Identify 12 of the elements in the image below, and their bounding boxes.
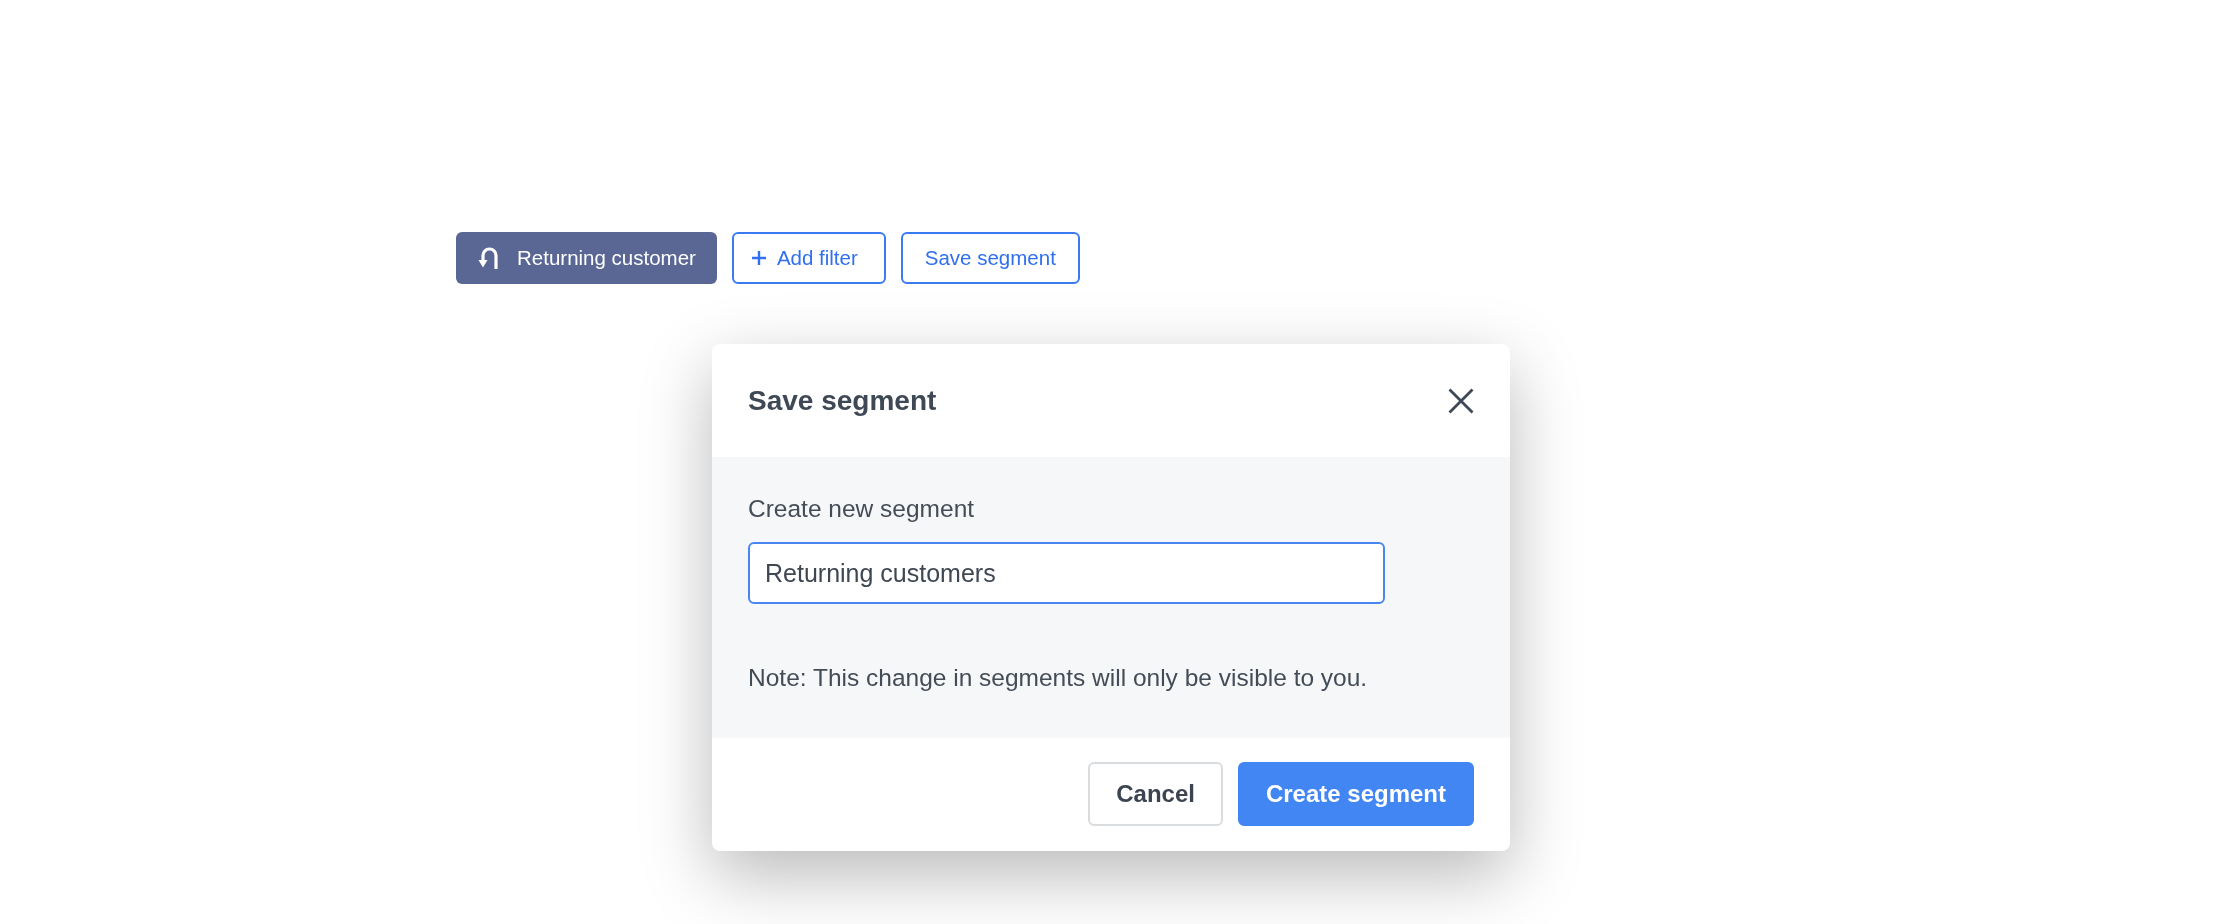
save-segment-button[interactable]: Save segment: [900, 232, 1080, 284]
field-label: Create new segment: [748, 494, 976, 524]
u-turn-arrow-icon: [477, 246, 501, 270]
cancel-button[interactable]: Cancel: [1088, 762, 1223, 826]
add-filter-button[interactable]: Add filter: [731, 232, 886, 284]
segment-name-input[interactable]: Returning customers: [748, 542, 1385, 604]
visibility-note: Note: This change in segments will only be visible to you.: [748, 663, 1369, 693]
close-icon[interactable]: [1448, 387, 1474, 414]
plus-icon: [751, 251, 766, 265]
returning-customer-chip[interactable]: Returning customer: [456, 232, 717, 284]
create-segment-button[interactable]: Create segment: [1237, 762, 1474, 826]
dialog-title: Save segment: [748, 383, 937, 418]
